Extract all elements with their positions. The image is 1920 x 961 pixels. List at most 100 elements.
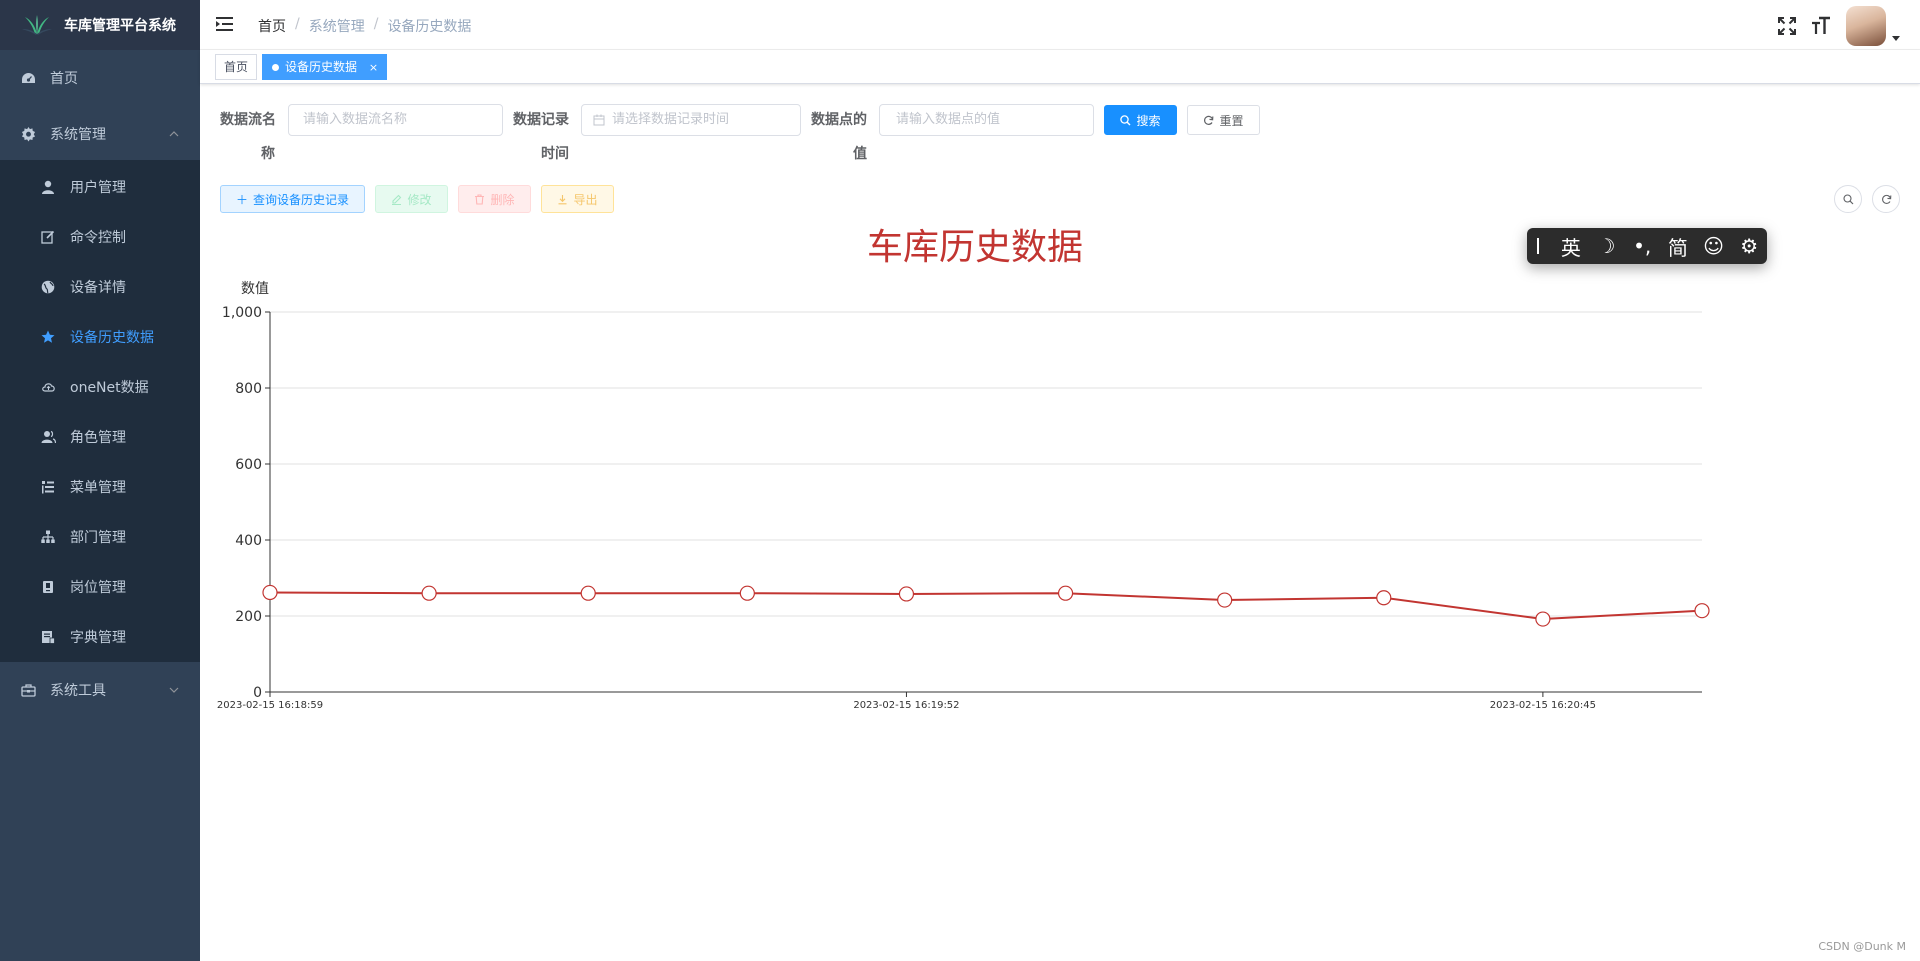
sidebar-item-posts[interactable]: 岗位管理 [0, 562, 200, 612]
sidebar-item-label: 字典管理 [70, 630, 126, 646]
user-icon [40, 179, 56, 195]
sidebar-item-tools[interactable]: 系统工具 [0, 665, 200, 715]
toggle-search-button[interactable] [1834, 185, 1862, 213]
breadcrumb: 首页 / 系统管理 / 设备历史数据 [258, 16, 471, 36]
dict-icon [40, 629, 56, 645]
line-chart: 数值 0 200 400 600 800 1,000 2023-02-15 16:18:59 2… [217, 281, 1710, 711]
tree-table-icon [40, 479, 56, 495]
caret-down-icon[interactable] [1892, 35, 1900, 41]
query-history-button[interactable]: ＋ 查询设备历史记录 [220, 185, 365, 213]
y-tick-label: 200 [235, 609, 262, 625]
avatar[interactable] [1846, 6, 1886, 46]
breadcrumb-separator: / [373, 16, 379, 32]
settings-icon[interactable]: ⚙ [1731, 234, 1767, 258]
y-tick-label: 600 [235, 457, 262, 473]
edit-button-label: 修改 [407, 192, 432, 207]
label-stream-name-cont: 称 [261, 146, 275, 162]
emoji-icon[interactable]: ☺ [1696, 234, 1732, 258]
breadcrumb-separator: / [295, 16, 300, 32]
sidebar-item-roles[interactable]: 角色管理 [0, 412, 200, 462]
sidebar-item-onenet[interactable]: oneNet数据 [0, 362, 200, 412]
y-tick-label: 800 [235, 381, 262, 397]
fullscreen-icon[interactable] [1776, 15, 1798, 37]
refresh-list-button[interactable] [1872, 185, 1900, 213]
reset-button[interactable]: 重置 [1187, 105, 1260, 135]
reset-button-label: 重置 [1219, 113, 1244, 128]
y-axis-label: 数值 [241, 281, 269, 297]
hamburger-icon[interactable] [216, 16, 234, 32]
query-history-label: 查询设备历史记录 [253, 192, 350, 207]
sidebar-item-menus[interactable]: 菜单管理 [0, 462, 200, 512]
export-button[interactable]: 导出 [541, 185, 614, 213]
point-value-input[interactable]: 请输入数据点的值 [879, 104, 1094, 136]
tag-label: 设备历史数据 [285, 60, 358, 74]
label-stream-name: 数据流名 [220, 112, 276, 128]
sidebar-item-depts[interactable]: 部门管理 [0, 512, 200, 562]
sidebar-item-label: oneNet数据 [70, 380, 149, 396]
moon-icon[interactable]: ☽ [1589, 234, 1625, 258]
data-point [739, 585, 755, 601]
peoples-icon [40, 429, 56, 445]
edit-icon [392, 194, 402, 205]
sidebar-item-device-history[interactable]: 设备历史数据 [0, 312, 200, 362]
sidebar-item-label: 设备详情 [70, 280, 126, 296]
punctuation-toggle[interactable]: •, [1624, 234, 1660, 258]
sidebar-item-label: 用户管理 [70, 180, 126, 196]
record-time-picker[interactable]: 请选择数据记录时间 [581, 104, 801, 136]
label-point-value: 数据点的 [811, 112, 867, 128]
chevron-down-icon [169, 687, 179, 693]
font-size-icon[interactable] [1810, 15, 1832, 37]
delete-button[interactable]: 删除 [458, 185, 531, 213]
star-icon [40, 329, 56, 345]
refresh-icon [1204, 115, 1214, 125]
search-icon [1120, 114, 1131, 125]
search-button[interactable]: 搜索 [1104, 105, 1177, 135]
search-button-label: 搜索 [1136, 113, 1161, 128]
refresh-icon [1881, 194, 1891, 204]
delete-button-label: 删除 [490, 192, 515, 207]
logo[interactable]: 车库管理平台系统 [0, 0, 200, 50]
y-tick-label: 0 [253, 685, 262, 701]
ime-lang-toggle[interactable]: 英 [1553, 232, 1589, 261]
tag-device-history[interactable]: 设备历史数据 × [262, 54, 388, 80]
navbar-right [1764, 6, 1900, 46]
edit-button[interactable]: 修改 [375, 185, 448, 213]
sidebar-item-system[interactable]: 系统管理 [0, 109, 200, 159]
sidebar: 车库管理平台系统 首页 系统管理 用户管理 命令控制 设备详情 设备历史数据 o… [0, 0, 200, 961]
post-icon [40, 579, 56, 595]
record-time-placeholder: 请选择数据记录时间 [612, 112, 730, 127]
tag-home[interactable]: 首页 [215, 54, 258, 80]
data-point [1217, 592, 1233, 608]
ime-handle[interactable] [1537, 238, 1539, 254]
data-point [262, 584, 278, 601]
close-icon[interactable]: × [369, 61, 378, 74]
navbar: 首页 / 系统管理 / 设备历史数据 [200, 0, 1920, 50]
gear-icon [20, 126, 36, 142]
data-point [1535, 611, 1551, 627]
calendar-icon [593, 114, 605, 126]
sidebar-item-label: 系统管理 [50, 127, 106, 143]
breadcrumb-current: 设备历史数据 [387, 19, 472, 35]
cloud-icon [40, 379, 56, 395]
app-title: 车库管理平台系统 [64, 18, 176, 34]
sidebar-item-label: 岗位管理 [70, 580, 126, 596]
sidebar-item-home[interactable]: 首页 [0, 53, 200, 103]
export-button-label: 导出 [573, 192, 598, 207]
x-tick-label: 2023-02-15 16:18:59 [217, 700, 323, 711]
x-tick-label: 2023-02-15 16:19:52 [853, 700, 959, 711]
breadcrumb-home[interactable]: 首页 [258, 16, 286, 36]
simplified-toggle[interactable]: 简 [1660, 232, 1696, 261]
data-point [1057, 585, 1074, 601]
plus-icon: ＋ [235, 192, 248, 207]
sidebar-item-dict[interactable]: 字典管理 [0, 612, 200, 662]
download-icon [558, 194, 567, 204]
globe-icon [40, 279, 56, 295]
stream-name-input[interactable]: 请输入数据流名称 [288, 104, 503, 136]
tool-icon [20, 682, 36, 698]
chevron-up-icon [169, 131, 179, 137]
delete-icon [475, 193, 485, 205]
x-tick-label: 2023-02-15 16:20:45 [1490, 700, 1596, 711]
sidebar-item-label: 系统工具 [50, 683, 106, 699]
breadcrumb-system: 系统管理 [308, 19, 365, 35]
sidebar-item-users[interactable]: 用户管理 [0, 162, 200, 212]
